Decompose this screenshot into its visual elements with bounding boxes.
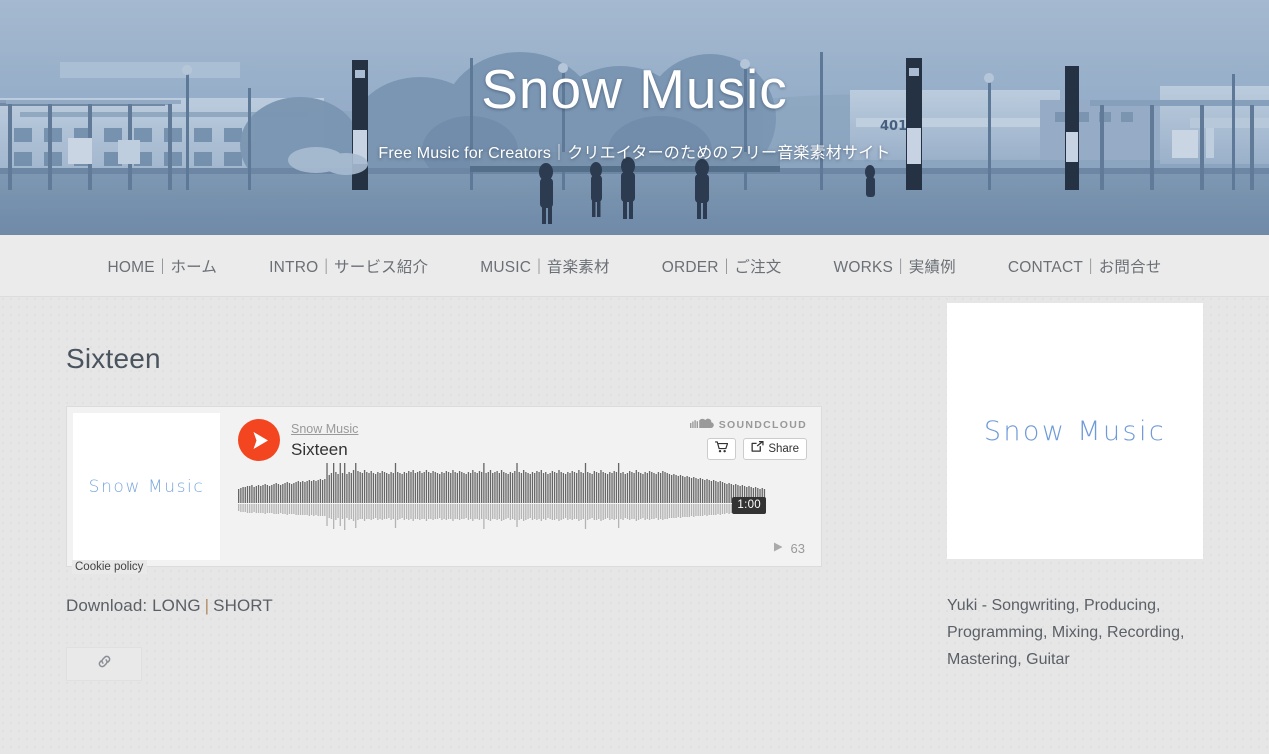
site-title: Snow Music <box>481 58 788 120</box>
play-count-group: 63 <box>772 541 805 556</box>
nav-item-intro[interactable]: INTRO｜サービス紹介 <box>243 255 454 277</box>
soundcloud-wordmark: SOUNDCLOUD <box>718 419 807 431</box>
page-title: Sixteen <box>66 343 161 374</box>
chain-link-icon <box>96 653 113 675</box>
share-icon <box>751 440 764 458</box>
nav-item-home[interactable]: HOME｜ホーム <box>81 255 243 277</box>
play-count: 63 <box>790 541 805 556</box>
buy-button[interactable] <box>707 438 737 460</box>
nav-item-contact[interactable]: CONTACT｜お問合せ <box>982 255 1188 277</box>
soundcloud-logo-icon <box>689 416 714 434</box>
hero-banner: 401 Snow Music Free Music for Creators｜ク… <box>0 0 1269 235</box>
player-actions: SOUNDCLOUD Share <box>667 418 807 460</box>
main-navigation: HOME｜ホーム INTRO｜サービス紹介 MUSIC｜音楽素材 ORDER｜ご… <box>0 235 1269 297</box>
share-button[interactable]: Share <box>743 438 807 460</box>
waveform[interactable]: 1:00 <box>238 463 766 533</box>
download-short-link[interactable]: SHORT <box>213 596 273 615</box>
soundcloud-player[interactable]: Snow Music Cookie policy Snow Music Sixt… <box>66 406 822 574</box>
track-artwork[interactable]: Snow Music Cookie policy <box>72 413 220 574</box>
hero-text-block: Snow Music Free Music for Creators｜クリエイタ… <box>0 0 1269 235</box>
sidebar-logo-box: Snow Music <box>947 303 1203 559</box>
player-button-group: Share <box>667 438 807 460</box>
sidebar: Snow Music Yuki - Songwriting, Producing… <box>947 303 1203 674</box>
share-label: Share <box>768 443 799 455</box>
nav-item-works[interactable]: WORKS｜実績例 <box>807 255 981 277</box>
permalink-button[interactable] <box>66 647 142 681</box>
download-long-link[interactable]: LONG <box>152 596 201 615</box>
main-content: Sixteen Snow Music Cookie policy Snow Mu… <box>66 343 822 681</box>
cookie-policy-label[interactable]: Cookie policy <box>72 560 148 574</box>
nav-item-music[interactable]: MUSIC｜音楽素材 <box>454 255 635 277</box>
duration-badge: 1:00 <box>732 497 766 514</box>
artwork-logo-text: Snow Music <box>88 476 205 497</box>
nav-item-order[interactable]: ORDER｜ご注文 <box>636 255 808 277</box>
player-body: Snow Music Sixteen SOUNDCLOUD Share 1:00… <box>226 407 821 566</box>
download-separator: | <box>204 596 210 615</box>
sidebar-credits: Yuki - Songwriting, Producing, Programmi… <box>947 597 1185 668</box>
sidebar-logo-text: Snow Music <box>983 415 1167 447</box>
artist-link[interactable]: Snow Music <box>291 422 358 438</box>
page-body: Sixteen Snow Music Cookie policy Snow Mu… <box>0 297 1269 754</box>
play-icon[interactable] <box>238 419 280 461</box>
site-tagline: Free Music for Creators｜クリエイターのためのフリー音楽素… <box>378 145 891 162</box>
play-triangle-icon <box>772 541 784 556</box>
download-label: Download: <box>66 596 148 615</box>
cart-icon <box>715 440 729 458</box>
download-row: Download: LONG | SHORT <box>66 596 822 616</box>
soundcloud-brand[interactable]: SOUNDCLOUD <box>667 418 807 432</box>
